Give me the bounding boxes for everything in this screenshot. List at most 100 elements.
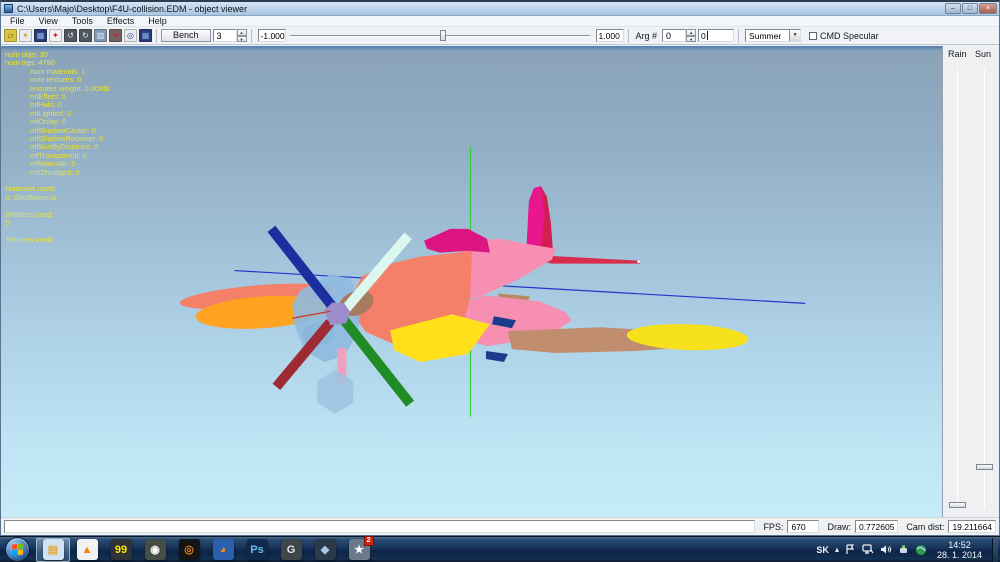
cam-dist-label: Cam dist:: [906, 521, 945, 532]
language-indicator[interactable]: SK: [816, 545, 829, 555]
app-glyph: 99: [114, 543, 128, 556]
menu-item[interactable]: Help: [141, 16, 174, 27]
arg-input[interactable]: 0: [698, 29, 735, 42]
app-icon: Ps: [246, 539, 268, 560]
system-tray: SK ▴ 14:52 28. 1. 2014: [816, 537, 1000, 562]
windows-flag-icon: [12, 543, 23, 556]
rain-slider[interactable]: [949, 64, 966, 513]
param-slider[interactable]: [289, 29, 590, 42]
import-model-icon[interactable]: ▦: [34, 29, 47, 42]
network-icon[interactable]: [862, 544, 874, 555]
taskbar-apps: ▤ ▲ 99 ◉ ◎ ◕ Ps G ◆ ★ 2: [36, 536, 376, 562]
plane-model-render: [179, 146, 806, 417]
arg-spinner: 0 ▲ ▼: [662, 29, 697, 42]
titlebar: C:\Users\Majo\Desktop\F4U-collision.EDM …: [1, 2, 999, 16]
app-icon: 99: [110, 539, 132, 560]
app-glyph: ★: [354, 544, 364, 556]
menu-bar: File View Tools Effects Help: [1, 16, 999, 27]
fps-label: FPS:: [763, 521, 784, 532]
globe-icon[interactable]: [915, 544, 927, 556]
taskbar-gom-button[interactable]: G: [274, 538, 308, 562]
app-glyph: ▲: [81, 543, 93, 556]
arg-input-value: 0: [701, 30, 706, 41]
stat-line: Shaders used:: [5, 209, 54, 219]
taskbar-lockon-button[interactable]: ★ 2: [342, 536, 376, 562]
app-glyph: ◉: [150, 544, 160, 556]
new-folder-icon[interactable]: ✶: [19, 29, 32, 42]
taskbar-explorer-button[interactable]: ▤: [36, 537, 70, 562]
app-icon: ▲: [76, 539, 98, 560]
arg-value-field[interactable]: 0: [662, 29, 687, 42]
slider-thumb[interactable]: [439, 30, 446, 41]
open-folder-icon[interactable]: ▱: [4, 29, 17, 42]
taskbar: ▤ ▲ 99 ◉ ◎ ◕ Ps G ◆ ★ 2 SK ▴ 14:52 28. 1…: [0, 536, 1000, 562]
minimize-button[interactable]: –: [945, 3, 961, 14]
text-caret: [706, 31, 708, 40]
toolbar-separator: [250, 28, 252, 43]
cmd-specular-checkbox[interactable]: [809, 31, 818, 40]
menu-item[interactable]: Tools: [65, 16, 100, 27]
wing-navy-detail-2: [485, 351, 508, 362]
taskbar-emblem-button[interactable]: ◎: [172, 538, 206, 562]
rain-slider-thumb[interactable]: [949, 502, 966, 508]
viewport-3d[interactable]: num objs: 30 num trgs: 4790 num materials…: [1, 46, 943, 517]
range-value-field: 1.000: [595, 29, 624, 42]
main-area: num objs: 30 num trgs: 4790 num materials…: [1, 46, 999, 517]
arg-label: Arg #: [635, 30, 658, 41]
draw-label: Draw:: [827, 521, 851, 532]
app-glyph: Ps: [250, 543, 264, 556]
app-glyph: G: [286, 543, 296, 556]
app-icon: ▤: [42, 539, 64, 560]
toolbar-icons: ▱ ✶ ▦ ✦ ↺ ↻ ▥ ✦ ◎ ▦: [4, 29, 152, 42]
clock[interactable]: 14:52 28. 1. 2014: [937, 540, 982, 560]
model-stats: num objs: 30 num trgs: 4790 num materials…: [5, 50, 110, 244]
taskbar-vlc-button[interactable]: ▲: [70, 538, 104, 562]
season-dropdown[interactable]: Summer ▼: [745, 29, 802, 42]
window-controls: – □ ×: [945, 3, 997, 14]
view-mode-icon[interactable]: ▥: [94, 29, 107, 42]
search-icon[interactable]: ◎: [124, 29, 137, 42]
bench-button[interactable]: Bench: [161, 29, 211, 42]
window-title: C:\Users\Majo\Desktop\F4U-collision.EDM …: [17, 3, 248, 14]
action-center-flag-icon[interactable]: [845, 544, 856, 555]
volume-icon[interactable]: [880, 544, 892, 555]
object-viewer-window: C:\Users\Majo\Desktop\F4U-collision.EDM …: [0, 0, 1000, 536]
close-button[interactable]: ×: [979, 3, 997, 14]
menu-item[interactable]: File: [3, 16, 32, 27]
camera-back-icon[interactable]: ↺: [64, 29, 77, 42]
show-desktop-button[interactable]: [992, 537, 998, 562]
run-benchmark-icon[interactable]: ✦: [49, 29, 62, 42]
sun-slider[interactable]: [976, 64, 993, 513]
taskbar-firefox-button[interactable]: ◕: [206, 538, 240, 562]
arg-spin-down-icon[interactable]: ▼: [686, 35, 697, 42]
device-icon[interactable]: [898, 544, 909, 555]
sun-label: Sun: [975, 49, 992, 59]
app-icon: ◕: [212, 539, 234, 560]
start-button[interactable]: [5, 537, 30, 562]
app-icon: ◉: [144, 539, 166, 560]
sun-slider-thumb[interactable]: [976, 464, 993, 470]
wheel: [317, 369, 354, 414]
maximize-button[interactable]: □: [962, 3, 978, 14]
taskbar-usb-guard-button[interactable]: ◆: [308, 538, 342, 562]
bench-spin-down-icon[interactable]: ▼: [236, 35, 247, 42]
stat-line: mfIZNudged: 0: [5, 167, 80, 177]
app-icon: ◆: [314, 539, 336, 560]
screen: C:\Users\Majo\Desktop\F4U-collision.EDM …: [0, 0, 1000, 562]
status-message-field: [4, 520, 756, 533]
run-animation-icon[interactable]: ✦: [109, 29, 122, 42]
menu-item[interactable]: Effects: [100, 16, 141, 27]
camera-forward-icon[interactable]: ↻: [79, 29, 92, 42]
taskbar-panda-button[interactable]: ◉: [138, 538, 172, 562]
app-glyph: ◆: [320, 544, 330, 556]
bench-value-field[interactable]: 3: [212, 29, 237, 42]
taskbar-photoshop-button[interactable]: Ps: [240, 538, 274, 562]
show-hidden-icons-button[interactable]: ▴: [835, 545, 839, 555]
range-min-field[interactable]: -1.000: [257, 29, 286, 42]
stat-line: Textures used:: [5, 234, 54, 244]
menu-item[interactable]: View: [32, 16, 65, 27]
dropdown-arrow-icon[interactable]: ▼: [789, 30, 801, 41]
taskbar-perfmonitor-button[interactable]: 99: [104, 538, 138, 562]
app-glyph: ◕: [219, 543, 227, 556]
info-icon[interactable]: ▦: [139, 29, 152, 42]
